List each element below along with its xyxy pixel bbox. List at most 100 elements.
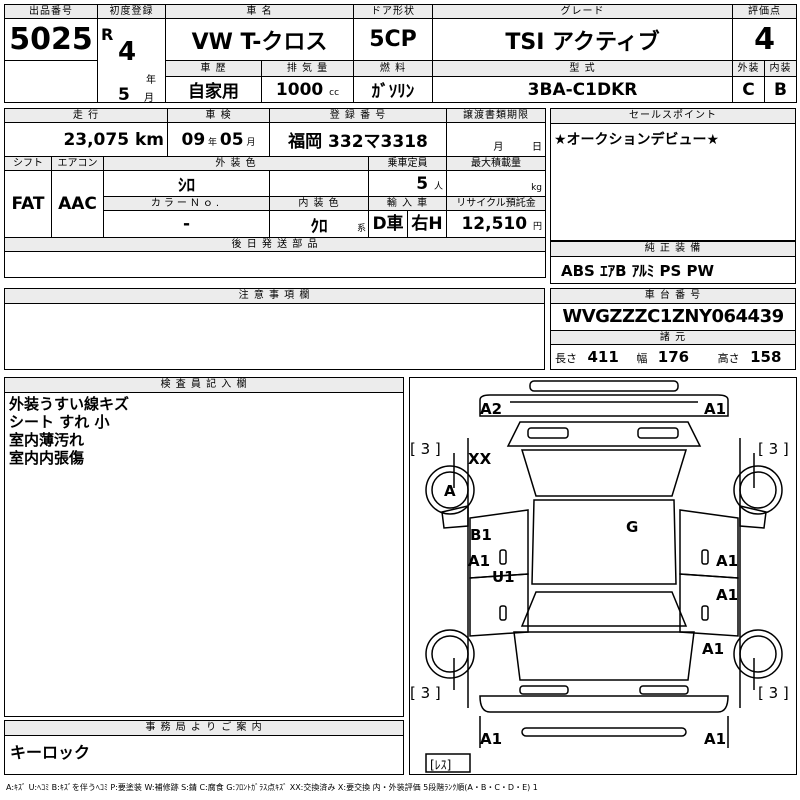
int-color-label: 内 装 色 xyxy=(269,196,369,211)
first-registration-year: 4 xyxy=(118,37,137,67)
mark-a-front-fender: A xyxy=(444,482,456,500)
mark-a1-rear-left: A1 xyxy=(480,730,503,748)
auction-sheet: 出品番号 初度登録 車 名 ドア形状 グレード 評価点 5025 R 4 年 5… xyxy=(0,0,800,800)
equipment-text: ABS ｴｱB ｱﾙﾐ PS PW xyxy=(561,262,715,280)
legend: A:ｷｽﾞ U:ﾍｺﾐ B:ｷｽﾞを伴うﾍｺﾐ P:要塗装 W:補修跡 S:錆 … xyxy=(6,783,538,792)
ext-color: ｼﾛ xyxy=(103,170,270,197)
car-outline-drawing xyxy=(425,380,783,773)
color-number: - xyxy=(103,210,270,238)
score: 4 xyxy=(732,18,797,61)
spare-tire-none: [ﾚｽ] xyxy=(430,758,452,772)
deferred-parts-label: 後 日 発 送 部 品 xyxy=(3,237,547,252)
fuel: ｶﾞｿﾘﾝ xyxy=(353,76,433,103)
office-box: 事 務 局 よ り ご 案 内 キーロック xyxy=(4,720,404,775)
import-info: D車 右H xyxy=(367,210,448,238)
year-unit: 年 xyxy=(146,75,156,86)
month-unit: 月 xyxy=(144,93,154,103)
first-registration: R 4 年 5 月 xyxy=(97,18,166,103)
first-registration-month: 5 xyxy=(118,85,130,103)
sales-point-text: ★オークションデビュー★ xyxy=(554,132,720,148)
ext-color-extra xyxy=(269,170,369,197)
inspector-label: 検 査 員 記 入 欄 xyxy=(5,378,403,393)
notes-label: 注 意 事 項 欄 xyxy=(5,289,544,304)
notes-box: 注 意 事 項 欄 xyxy=(4,288,545,370)
capacity: 5 人 xyxy=(367,170,448,197)
displacement: 1000 cc xyxy=(261,76,354,103)
deferred-parts xyxy=(3,251,547,278)
car-name: VW T-クロス xyxy=(165,18,354,61)
shift: FAT xyxy=(4,170,52,238)
grade: TSI アクティブ xyxy=(432,18,733,61)
air-conditioner: AAC xyxy=(51,170,104,238)
plate-number: 福岡 332マ3318 xyxy=(268,122,448,157)
steering-side: 右H xyxy=(411,214,443,234)
lot-number: 5025 xyxy=(4,18,98,61)
grade-label: グレード xyxy=(432,4,733,19)
mark-a1-rear-right: A1 xyxy=(704,730,727,748)
mark-a1-door-right-rear: A1 xyxy=(716,586,739,604)
score-label: 評価点 xyxy=(732,4,797,19)
mark-a2-front-left: A2 xyxy=(480,400,503,418)
tire-front-left: [ 3 ] xyxy=(410,440,441,458)
plate-label: 登 録 番 号 xyxy=(268,108,448,123)
lot-number-blank xyxy=(4,60,98,103)
mark-a1-front-right: A1 xyxy=(704,400,727,418)
vin-number: WVGZZZC1ZNY064439 xyxy=(562,306,784,327)
recycle-fee: 12,510 円 xyxy=(446,210,547,238)
inspector-box: 検 査 員 記 入 欄 外装うすい線キズ シート すれ 小 室内薄汚れ 室内内張… xyxy=(4,377,404,717)
mileage-label: 走 行 xyxy=(4,108,168,123)
ac-label: エアコン xyxy=(51,156,104,171)
office-text: キーロック xyxy=(10,743,91,762)
transfer-deadline: 月 日 xyxy=(446,122,547,157)
inspector-notes: 外装うすい線キズ シート すれ 小 室内薄汚れ 室内内張傷 xyxy=(5,393,403,469)
import-type: D車 xyxy=(370,211,409,237)
history-label: 車 歴 xyxy=(165,60,262,77)
vin-label: 車 台 番 号 xyxy=(551,289,795,304)
dims-label: 諸 元 xyxy=(551,330,795,345)
office-label: 事 務 局 よ り ご 案 内 xyxy=(5,721,403,736)
vehicle-history: 自家用 xyxy=(165,76,262,103)
equipment-box: 純 正 装 備 ABS ｴｱB ｱﾙﾐ PS PW xyxy=(550,241,796,284)
first-registration-label: 初度登録 xyxy=(97,4,166,19)
tire-rear-right: [ 3 ] xyxy=(758,684,789,702)
vehicle-header-table: 出品番号 初度登録 車 名 ドア形状 グレード 評価点 5025 R 4 年 5… xyxy=(4,4,797,103)
interior-label: 内装 xyxy=(764,60,797,77)
mark-u1-door-left: U1 xyxy=(492,568,515,586)
color-number-label: カラーＮｏ. xyxy=(103,196,270,211)
capacity-label: 乗車定員 xyxy=(367,156,448,171)
displacement-label: 排 気 量 xyxy=(261,60,354,77)
inspector-line: 外装うすい線キズ xyxy=(9,395,130,413)
length: 長さ 411 xyxy=(555,348,619,366)
model-code: 3BA-C1DKR xyxy=(432,76,733,103)
era: R xyxy=(101,25,114,44)
height: 高さ 158 xyxy=(717,348,782,366)
car-name-label: 車 名 xyxy=(165,4,354,19)
int-color: ｸﾛ系 xyxy=(269,210,369,238)
fuel-label: 燃 料 xyxy=(353,60,433,77)
inspector-line: 室内薄汚れ xyxy=(9,431,85,449)
mark-xx-windshield: XX xyxy=(468,450,492,468)
vin-box: 車 台 番 号 WVGZZZC1ZNY064439 諸 元 長さ 411 幅 1… xyxy=(550,288,796,370)
max-load-label: 最大積載量 xyxy=(446,156,547,171)
mark-b1-door: B1 xyxy=(470,526,492,544)
tire-front-right: [ 3 ] xyxy=(758,440,789,458)
inspector-line: シート すれ 小 xyxy=(9,413,110,431)
lot-number-label: 出品番号 xyxy=(4,4,98,19)
inspection-expiry: 09 年 05 月 xyxy=(167,122,270,157)
sales-point-label: セールスポイント xyxy=(551,109,795,124)
exterior-grade: C xyxy=(732,76,765,103)
mileage: 23,075 km xyxy=(4,122,168,157)
model-label: 型 式 xyxy=(432,60,733,77)
vehicle-info-table: 走 行 車 検 登 録 番 号 譲渡書類期限 23,075 km 09 年 05… xyxy=(3,108,547,278)
ext-color-label: 外 装 色 xyxy=(103,156,369,171)
shift-label: シフト xyxy=(4,156,52,171)
door-type: 5CP xyxy=(353,18,433,61)
dimensions: 長さ 411 幅 176 高さ 158 xyxy=(551,345,795,369)
mark-a1-quarter-right: A1 xyxy=(702,640,725,658)
import-label: 輸 入 車 xyxy=(367,196,448,211)
sales-point-box: セールスポイント ★オークションデビュー★ xyxy=(550,108,796,241)
door-type-label: ドア形状 xyxy=(353,4,433,19)
mark-a1-door-right-front: A1 xyxy=(716,552,739,570)
inspection-label: 車 検 xyxy=(167,108,270,123)
mark-a1-door-left: A1 xyxy=(468,552,491,570)
